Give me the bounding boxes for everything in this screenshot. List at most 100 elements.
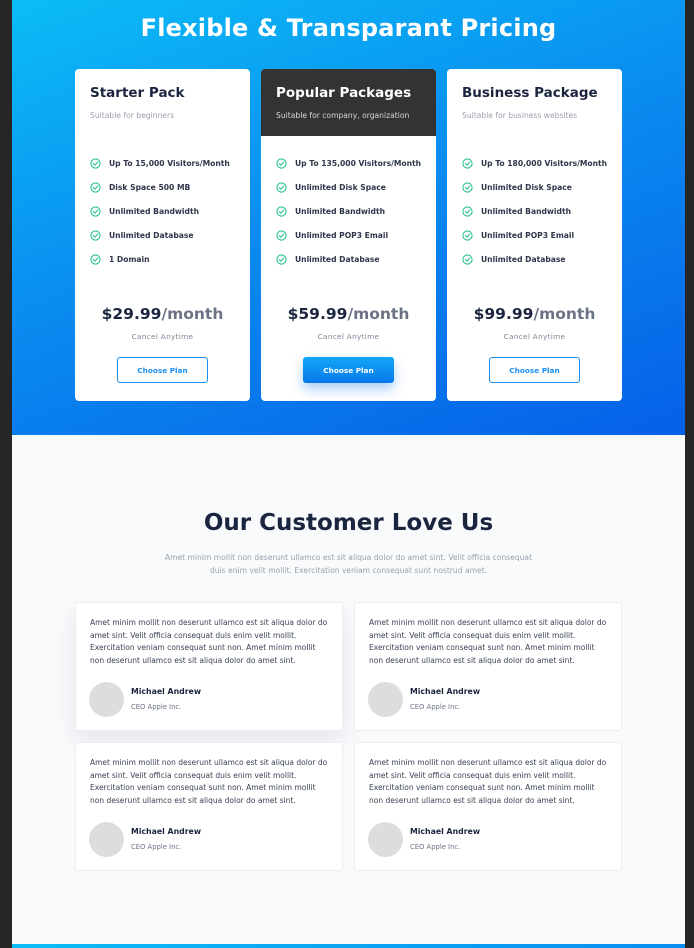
testimonials-subtitle: Amet minim mollit non deserunt ullamco e… (164, 553, 533, 575)
feature-label: Unlimited POP3 Email (481, 230, 575, 240)
plan-price: $59.99/month (261, 305, 436, 323)
feature-item: Unlimited Database (462, 247, 607, 271)
card-header: Business Package Suitable for business w… (447, 69, 622, 136)
check-circle-icon (462, 229, 473, 241)
feature-item: Unlimited Bandwidth (276, 199, 421, 223)
feature-item: Up To 180,000 Visitors/Month (462, 151, 607, 175)
plan-description: Suitable for company, organization (276, 111, 410, 120)
feature-label: Unlimited Database (481, 254, 566, 264)
feature-list: Up To 15,000 Visitors/Month Disk Space 5… (90, 151, 230, 271)
feature-label: Disk Space 500 MB (109, 182, 191, 192)
feature-label: Unlimited Bandwidth (295, 206, 385, 216)
testimonial-author-role: CEO Apple Inc. (131, 843, 182, 851)
testimonial-author-name: Michael Andrew (410, 687, 481, 696)
price-period: /month (161, 305, 224, 323)
feature-label: Unlimited Disk Space (481, 182, 572, 192)
feature-item: Unlimited Disk Space (276, 175, 421, 199)
testimonial-author-role: CEO Apple Inc. (410, 843, 461, 851)
testimonial-card: Amet minim mollit non deserunt ullamco e… (75, 742, 343, 871)
avatar (368, 822, 403, 857)
price-amount: $59.99 (287, 305, 348, 323)
choose-plan-button[interactable]: Choose Plan (303, 357, 394, 383)
pricing-card-starter: Starter Pack Suitable for beginners Up T… (75, 69, 250, 401)
feature-item: Unlimited POP3 Email (462, 223, 607, 247)
testimonial-card: Amet minim mollit non deserunt ullamco e… (75, 602, 343, 731)
avatar (368, 682, 403, 717)
feature-label: Up To 180,000 Visitors/Month (481, 158, 608, 168)
pricing-card-business: Business Package Suitable for business w… (447, 69, 622, 401)
feature-label: Unlimited Disk Space (295, 182, 386, 192)
testimonial-quote: Amet minim mollit non deserunt ullamco e… (90, 618, 328, 665)
check-circle-icon (90, 205, 101, 217)
check-circle-icon (276, 205, 287, 217)
check-circle-icon (462, 253, 473, 265)
avatar (89, 822, 124, 857)
price-period: /month (347, 305, 410, 323)
feature-label: Up To 135,000 Visitors/Month (295, 158, 422, 168)
feature-label: Unlimited Bandwidth (481, 206, 571, 216)
feature-item: Unlimited Bandwidth (90, 199, 230, 223)
testimonial-author-role: CEO Apple Inc. (410, 703, 461, 711)
choose-plan-button[interactable]: Choose Plan (117, 357, 208, 383)
feature-list: Up To 135,000 Visitors/Month Unlimited D… (276, 151, 421, 271)
check-circle-icon (276, 253, 287, 265)
check-circle-icon (276, 181, 287, 193)
feature-item: Up To 15,000 Visitors/Month (90, 151, 230, 175)
plan-name: Business Package (462, 85, 598, 101)
pricing-section: Flexible & Transparant Pricing Starter P… (12, 0, 685, 435)
price-amount: $29.99 (101, 305, 162, 323)
check-circle-icon (90, 253, 101, 265)
plan-price: $29.99/month (75, 305, 250, 323)
feature-list: Up To 180,000 Visitors/Month Unlimited D… (462, 151, 607, 271)
footer-divider (12, 944, 685, 948)
plan-price: $99.99/month (447, 305, 622, 323)
feature-label: Unlimited Database (109, 230, 194, 240)
plan-name: Popular Packages (276, 85, 412, 101)
choose-plan-button[interactable]: Choose Plan (489, 357, 580, 383)
testimonials-title: Our Customer Love Us (203, 510, 494, 536)
check-circle-icon (462, 181, 473, 193)
pricing-title: Flexible & Transparant Pricing (140, 14, 557, 42)
testimonial-quote: Amet minim mollit non deserunt ullamco e… (369, 758, 607, 805)
page: Flexible & Transparant Pricing Starter P… (12, 0, 685, 948)
feature-label: Unlimited Database (295, 254, 380, 264)
testimonial-card: Amet minim mollit non deserunt ullamco e… (354, 602, 622, 731)
feature-item: Up To 135,000 Visitors/Month (276, 151, 421, 175)
check-circle-icon (90, 229, 101, 241)
card-header: Starter Pack Suitable for beginners (75, 69, 250, 136)
check-circle-icon (462, 205, 473, 217)
cancel-note: Cancel Anytime (317, 332, 380, 341)
testimonial-author-role: CEO Apple Inc. (131, 703, 182, 711)
feature-label: Up To 15,000 Visitors/Month (109, 158, 230, 168)
testimonial-author-name: Michael Andrew (410, 827, 481, 836)
feature-label: Unlimited POP3 Email (295, 230, 389, 240)
price-period: /month (533, 305, 596, 323)
cancel-note: Cancel Anytime (131, 332, 194, 341)
cancel-note: Cancel Anytime (503, 332, 566, 341)
feature-item: Unlimited Database (90, 223, 230, 247)
testimonial-author-name: Michael Andrew (131, 827, 202, 836)
price-amount: $99.99 (473, 305, 534, 323)
feature-item: 1 Domain (90, 247, 230, 271)
check-circle-icon (276, 229, 287, 241)
testimonial-quote: Amet minim mollit non deserunt ullamco e… (90, 758, 328, 805)
check-circle-icon (90, 157, 101, 169)
feature-item: Unlimited Disk Space (462, 175, 607, 199)
check-circle-icon (276, 157, 287, 169)
card-header: Popular Packages Suitable for company, o… (261, 69, 436, 136)
testimonial-quote: Amet minim mollit non deserunt ullamco e… (369, 618, 607, 665)
feature-item: Unlimited POP3 Email (276, 223, 421, 247)
avatar (89, 682, 124, 717)
feature-item: Unlimited Bandwidth (462, 199, 607, 223)
testimonial-author-name: Michael Andrew (131, 687, 202, 696)
check-circle-icon (462, 157, 473, 169)
feature-item: Disk Space 500 MB (90, 175, 230, 199)
feature-label: Unlimited Bandwidth (109, 206, 199, 216)
plan-description: Suitable for business websites (462, 111, 578, 120)
check-circle-icon (90, 181, 101, 193)
feature-label: 1 Domain (109, 254, 150, 264)
plan-description: Suitable for beginners (90, 111, 175, 120)
testimonial-card: Amet minim mollit non deserunt ullamco e… (354, 742, 622, 871)
feature-item: Unlimited Database (276, 247, 421, 271)
pricing-card-popular: Popular Packages Suitable for company, o… (261, 69, 436, 401)
